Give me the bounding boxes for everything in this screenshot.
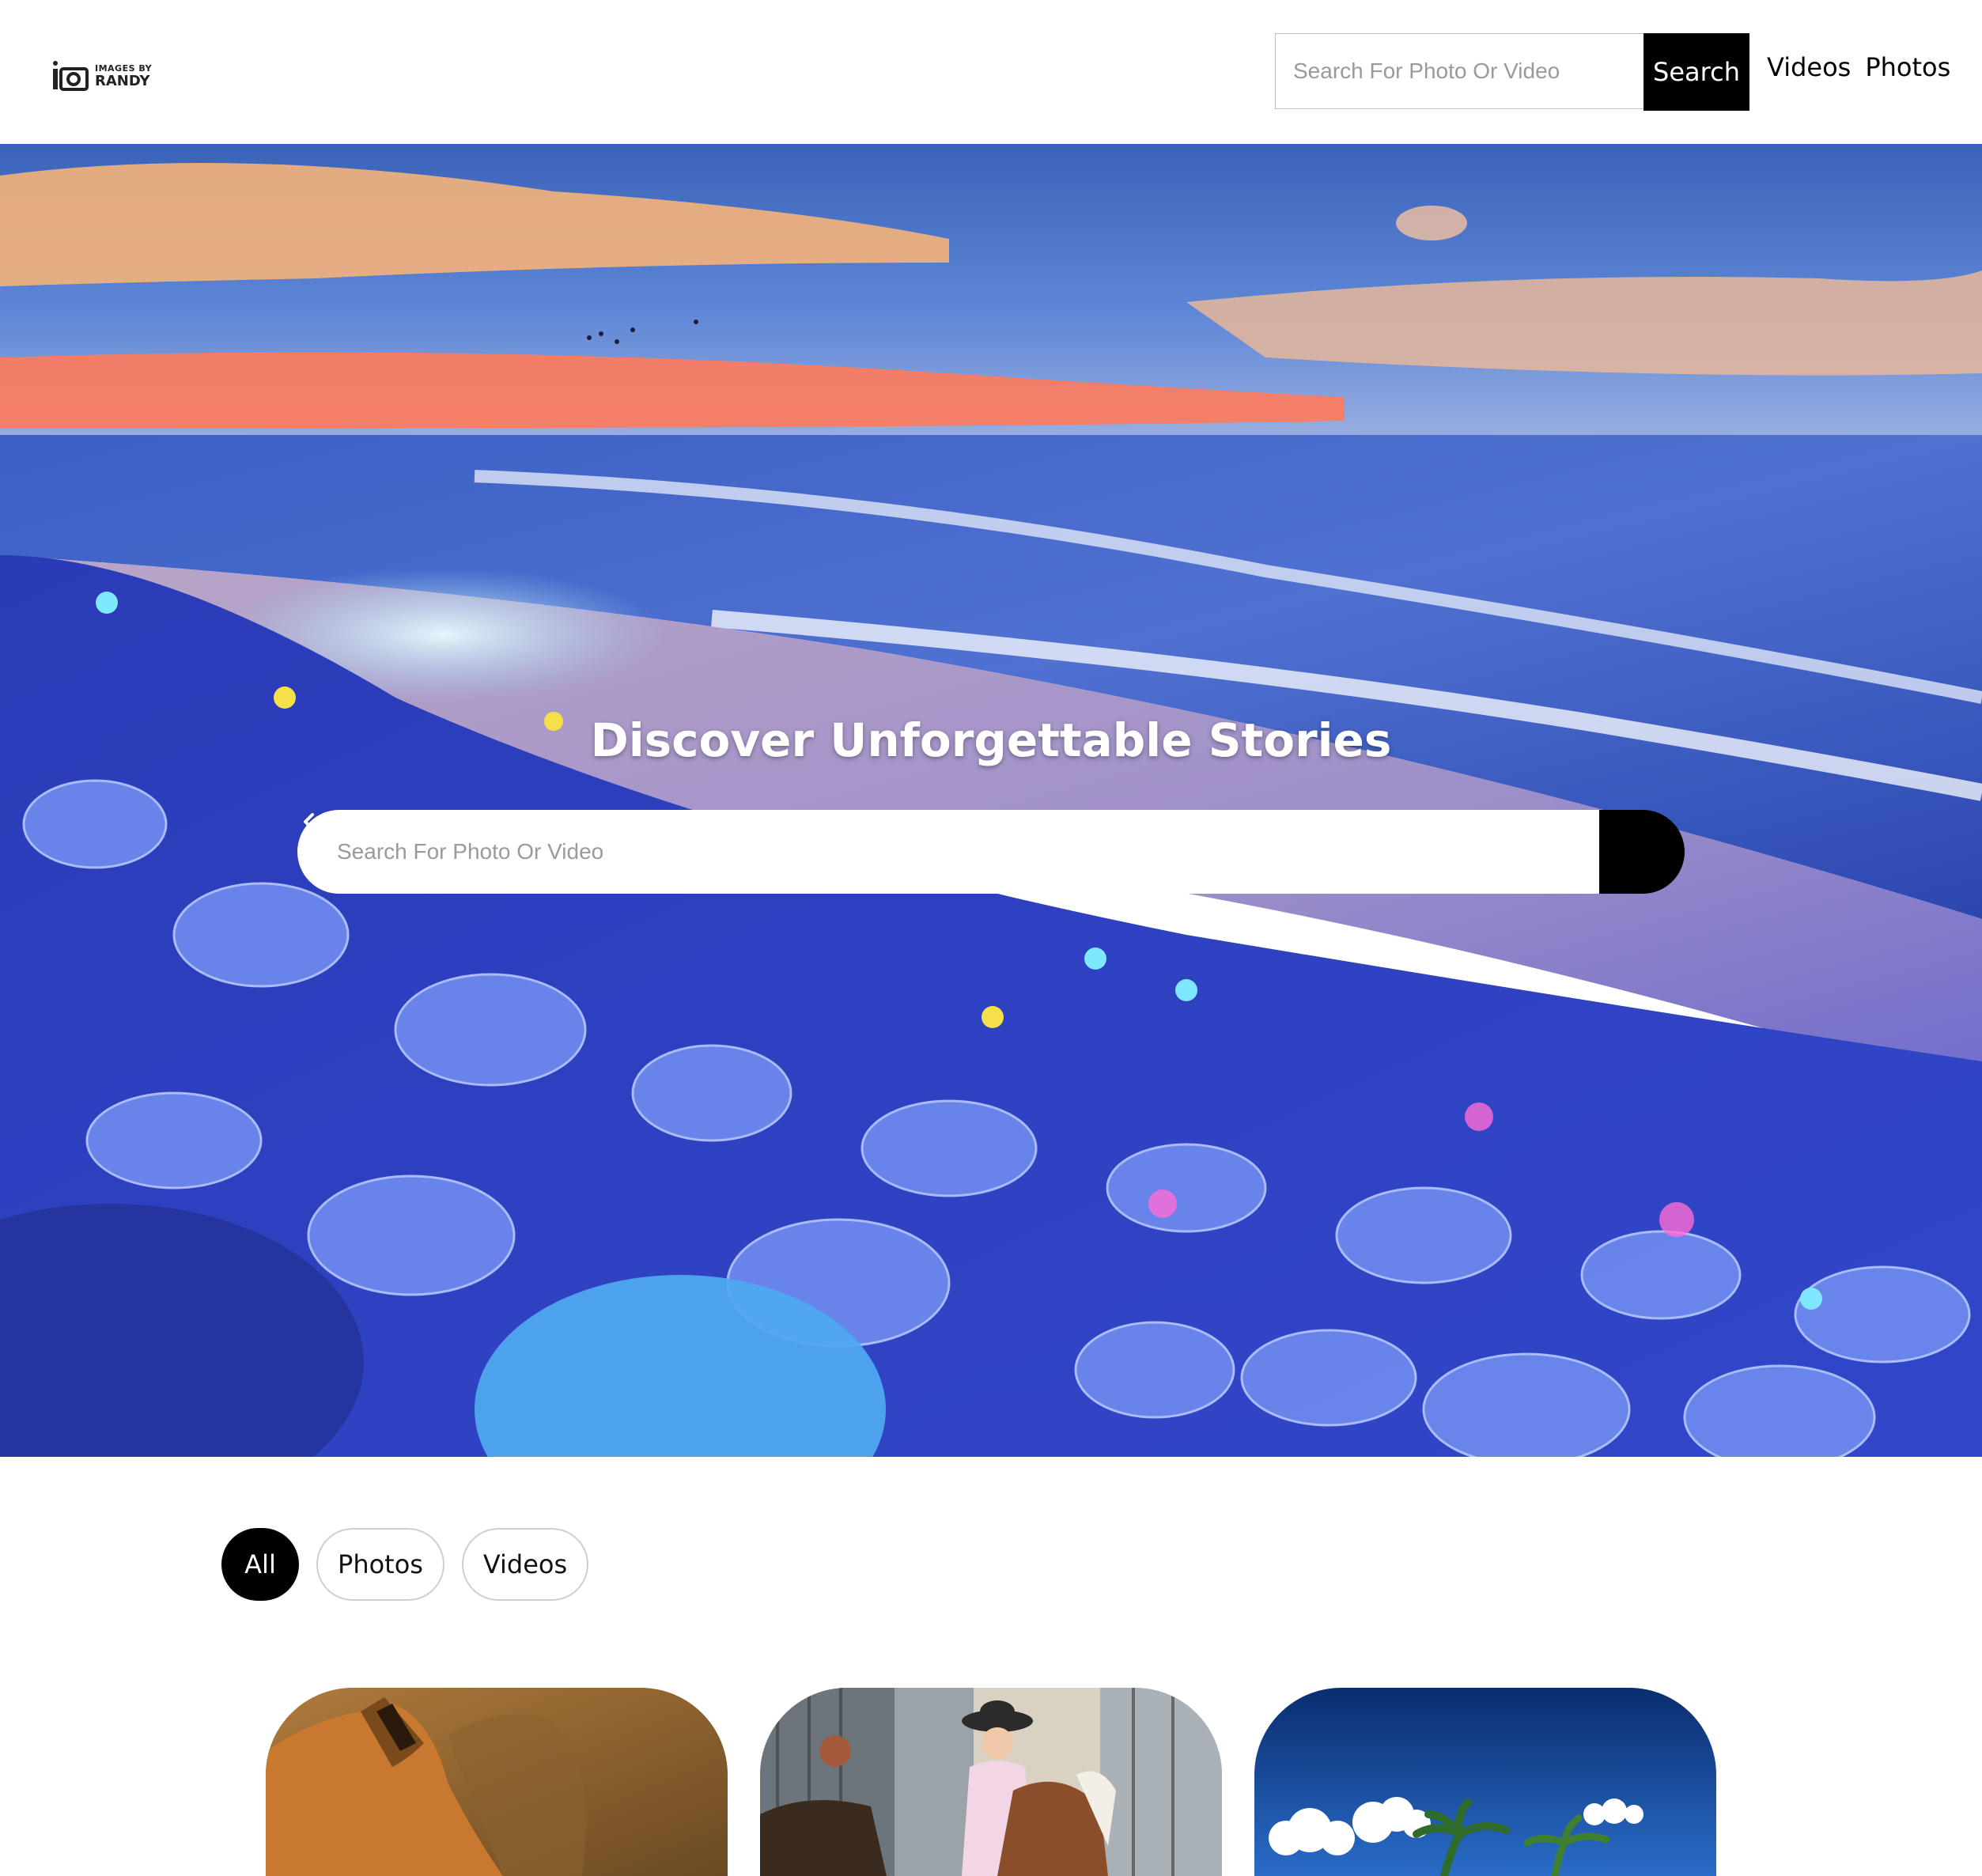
site-logo[interactable]: IMAGES BY RANDY [52,60,152,92]
filter-videos-button[interactable]: Videos [462,1528,588,1601]
site-header: IMAGES BY RANDY Search Videos Photos [0,0,1982,144]
logo-text: IMAGES BY RANDY [95,64,152,89]
main-nav: Videos Photos [1767,52,1950,82]
fox-image [266,1688,728,1876]
gallery-card-cowboy[interactable] [760,1688,1222,1876]
hero-section: Discover Unforgettable Stories [0,144,1982,1457]
header-search: Search [1275,33,1749,111]
camera-icon [52,60,89,92]
nav-videos-link[interactable]: Videos [1767,52,1851,82]
logo-line-1: IMAGES BY [95,62,153,74]
media-filter-tabs: All Photos Videos [221,1528,588,1601]
filter-photos-button[interactable]: Photos [316,1528,444,1601]
hero-background-image [0,144,1982,1457]
hero-search [297,810,1685,894]
gallery-card-fox[interactable] [266,1688,728,1876]
logo-line-2: RANDY [95,72,150,89]
nav-photos-link[interactable]: Photos [1865,52,1950,82]
header-search-button[interactable]: Search [1643,33,1749,111]
gallery-card-palms[interactable] [1254,1688,1716,1876]
cowboy-image [760,1688,1222,1876]
hero-title: Discover Unforgettable Stories [590,713,1392,767]
hero-search-button[interactable] [304,810,1685,894]
header-search-input[interactable] [1275,33,1643,109]
filter-all-button[interactable]: All [221,1528,299,1601]
hero-search-input[interactable] [297,810,1599,894]
palm-trees-image [1254,1688,1716,1876]
